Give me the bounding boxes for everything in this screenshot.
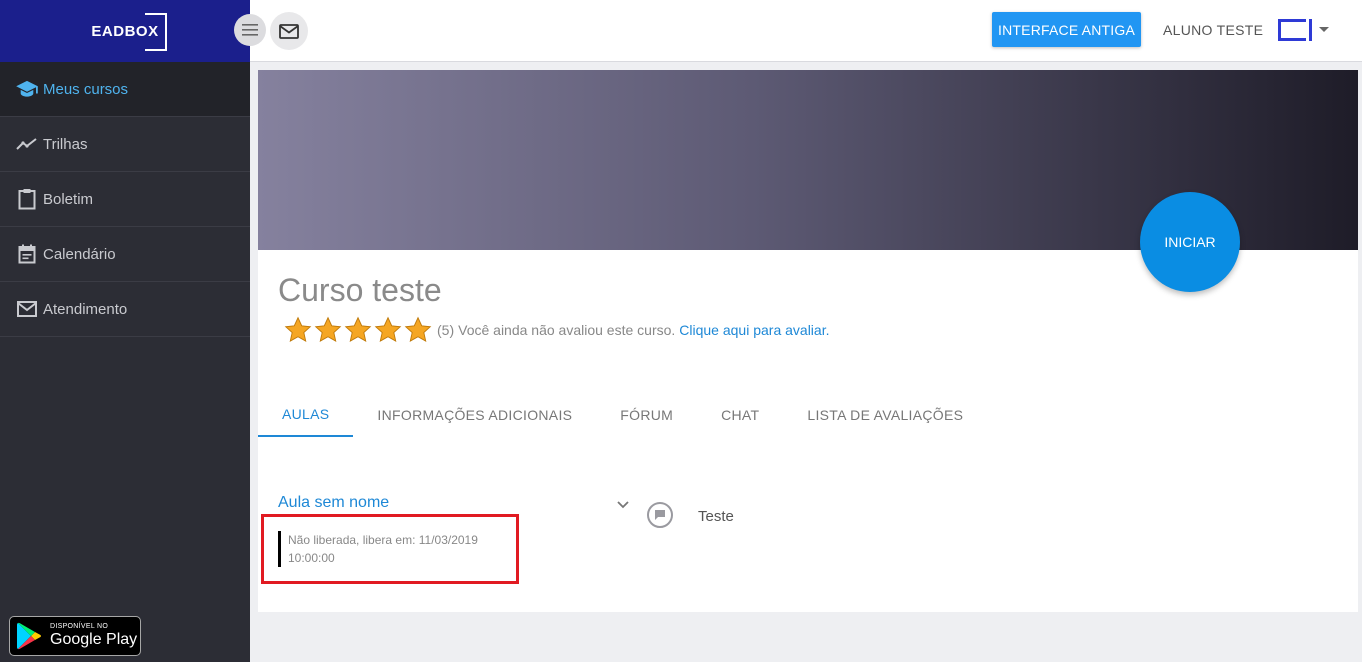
messages-button[interactable] [270, 12, 308, 50]
sidebar-item-atendimento[interactable]: Atendimento [0, 282, 250, 337]
sidebar: EADBOX Meus cursos Trilhas Boletim Calen… [0, 0, 250, 662]
trending-icon [16, 133, 38, 155]
google-play-badge[interactable]: DISPONÍVEL NO Google Play [9, 616, 141, 656]
sidebar-item-label: Atendimento [43, 300, 128, 318]
rate-course-link[interactable]: Clique aqui para avaliar. [679, 322, 829, 338]
logo-bar: EADBOX [0, 0, 250, 62]
calendar-icon [16, 243, 38, 265]
clipboard-icon [16, 188, 38, 210]
highlight-box [261, 514, 519, 584]
menu-toggle-button[interactable] [234, 14, 266, 46]
sidebar-item-label: Meus cursos [43, 80, 129, 98]
badge-store-name: Google Play [50, 631, 138, 648]
tab-informacoes-adicionais[interactable]: INFORMAÇÕES ADICIONAIS [353, 392, 596, 437]
star-icon[interactable] [404, 316, 432, 344]
tab-aulas[interactable]: AULAS [258, 392, 354, 437]
star-icon[interactable] [314, 316, 342, 344]
google-play-icon [17, 622, 41, 650]
old-interface-button[interactable]: INTERFACE ANTIGA [992, 12, 1141, 47]
graduation-cap-icon [16, 78, 38, 100]
sidebar-item-trilhas[interactable]: Trilhas [0, 117, 250, 172]
rating-stars[interactable] [284, 316, 434, 344]
sidebar-item-label: Trilhas [43, 135, 88, 153]
sidebar-item-meus-cursos[interactable]: Meus cursos [0, 62, 250, 117]
star-icon[interactable] [344, 316, 372, 344]
chat-bubble-icon [647, 502, 673, 528]
start-course-button[interactable]: INICIAR [1140, 192, 1240, 292]
tab-forum[interactable]: FÓRUM [596, 392, 697, 437]
tab-lista-de-avaliacoes[interactable]: LISTA DE AVALIAÇÕES [783, 392, 987, 437]
sidebar-item-boletim[interactable]: Boletim [0, 172, 250, 227]
lesson-title[interactable]: Aula sem nome [278, 494, 389, 512]
mail-icon [279, 23, 299, 39]
course-title: Curso teste [278, 272, 442, 308]
chevron-down-icon[interactable] [1319, 27, 1329, 32]
hamburger-icon [242, 24, 258, 36]
user-avatar[interactable] [1278, 19, 1312, 41]
lesson-item-title[interactable]: Teste [698, 508, 734, 525]
course-tabs: AULAS INFORMAÇÕES ADICIONAIS FÓRUM CHAT … [258, 392, 987, 437]
mail-icon [16, 298, 38, 320]
rating-text: Você ainda não avaliou este curso. [458, 322, 676, 338]
star-icon[interactable] [374, 316, 402, 344]
course-rating: (5) Você ainda não avaliou este curso. C… [284, 316, 830, 344]
logo-bracket [144, 12, 167, 51]
tab-chat[interactable]: CHAT [697, 392, 783, 437]
sidebar-item-calendario[interactable]: Calendário [0, 227, 250, 282]
course-card: INICIAR Curso teste (5) Você ainda não a… [258, 70, 1358, 612]
sidebar-item-label: Boletim [43, 190, 94, 208]
top-bar: INTERFACE ANTIGA ALUNO TESTE [234, 0, 1362, 62]
badge-small-text: DISPONÍVEL NO [50, 623, 109, 630]
eadbox-logo[interactable]: EADBOX [85, 12, 167, 51]
chevron-down-icon[interactable] [615, 497, 631, 513]
rating-count: (5) [437, 322, 455, 338]
user-name[interactable]: ALUNO TESTE [1163, 22, 1263, 38]
star-icon[interactable] [284, 316, 312, 344]
sidebar-item-label: Calendário [43, 245, 116, 263]
